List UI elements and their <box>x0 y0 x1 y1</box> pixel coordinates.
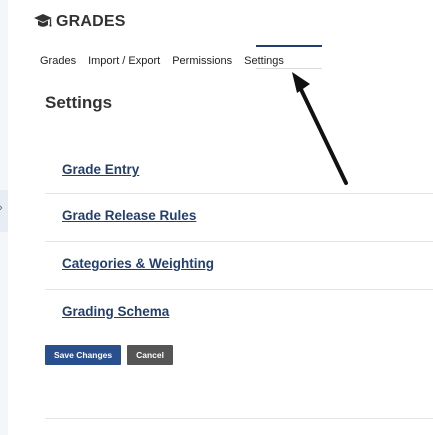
tab-import-export[interactable]: Import / Export <box>88 55 160 67</box>
settings-item-grading-schema: Grading Schema <box>45 289 433 337</box>
active-tab-indicator <box>256 45 322 47</box>
cancel-button[interactable]: Cancel <box>127 345 173 365</box>
tool-nav-tabs: Grades Import / Export Permissions Setti… <box>40 55 296 67</box>
chevron-right-icon[interactable]: › <box>0 203 3 214</box>
tool-title: GRADES <box>33 13 126 31</box>
tab-settings[interactable]: Settings <box>244 55 284 67</box>
grade-release-rules-link[interactable]: Grade Release Rules <box>62 208 196 223</box>
settings-item-grade-release-rules: Grade Release Rules <box>45 193 433 241</box>
settings-item-categories-weighting: Categories & Weighting <box>45 241 433 289</box>
page-title: Settings <box>45 93 113 112</box>
graduation-cap-icon <box>33 13 53 31</box>
grade-entry-link[interactable]: Grade Entry <box>62 162 139 177</box>
tab-grades[interactable]: Grades <box>40 55 76 67</box>
divider <box>45 418 433 419</box>
settings-list: Grade Entry Grade Release Rules Categori… <box>45 145 433 337</box>
settings-item-grade-entry: Grade Entry <box>45 145 433 193</box>
active-tab-underline <box>256 68 322 69</box>
tab-permissions[interactable]: Permissions <box>172 55 232 67</box>
grading-schema-link[interactable]: Grading Schema <box>62 304 169 319</box>
categories-weighting-link[interactable]: Categories & Weighting <box>62 256 214 271</box>
tool-title-text: GRADES <box>56 13 126 30</box>
save-changes-button[interactable]: Save Changes <box>45 345 122 365</box>
form-actions: Save Changes Cancel <box>45 345 173 365</box>
